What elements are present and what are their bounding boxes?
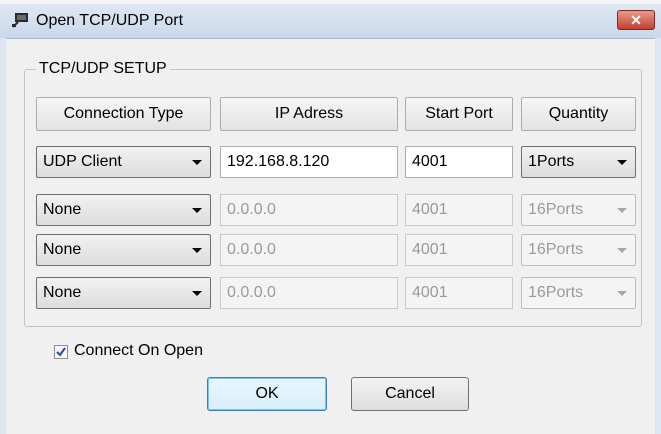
quantity-value: 16Ports bbox=[528, 241, 584, 258]
quantity-select-1[interactable]: 1Ports bbox=[521, 146, 636, 178]
header-ip-address[interactable]: IP Adress bbox=[220, 97, 398, 131]
chevron-down-icon bbox=[617, 291, 627, 296]
connect-on-open-checkbox[interactable] bbox=[54, 345, 68, 359]
quantity-value: 16Ports bbox=[528, 201, 584, 218]
quantity-select-4: 16Ports bbox=[521, 277, 636, 309]
connection-type-select-4[interactable]: None bbox=[36, 277, 211, 309]
chevron-down-icon bbox=[192, 291, 202, 296]
chevron-down-icon bbox=[192, 248, 202, 253]
title-bar[interactable]: Open TCP/UDP Port ✕ bbox=[0, 4, 661, 39]
group-legend: TCP/UDP SETUP bbox=[36, 60, 170, 78]
header-quantity[interactable]: Quantity bbox=[521, 97, 636, 131]
start-port-input-3: 4001 bbox=[405, 234, 513, 266]
network-port-icon bbox=[12, 13, 28, 28]
window-left-border bbox=[0, 38, 6, 434]
start-port-input-2: 4001 bbox=[405, 194, 513, 226]
cancel-button[interactable]: Cancel bbox=[351, 377, 469, 411]
chevron-down-icon bbox=[192, 160, 202, 165]
ok-button[interactable]: OK bbox=[207, 377, 327, 411]
chevron-down-icon bbox=[617, 160, 627, 165]
connection-type-value: None bbox=[43, 241, 82, 258]
chevron-down-icon bbox=[192, 208, 202, 213]
quantity-value: 1Ports bbox=[528, 153, 575, 170]
window-right-border bbox=[655, 38, 661, 434]
ip-address-input-1[interactable]: 192.168.8.120 bbox=[220, 146, 398, 178]
header-start-port[interactable]: Start Port bbox=[405, 97, 513, 131]
quantity-value: 16Ports bbox=[528, 284, 584, 301]
connection-type-select-2[interactable]: None bbox=[36, 194, 211, 226]
chevron-down-icon bbox=[617, 248, 627, 253]
ip-address-input-2: 0.0.0.0 bbox=[220, 194, 398, 226]
quantity-select-3: 16Ports bbox=[521, 234, 636, 266]
connection-type-value: None bbox=[43, 284, 82, 301]
start-port-input-1[interactable]: 4001 bbox=[405, 146, 513, 178]
start-port-input-4: 4001 bbox=[405, 277, 513, 309]
connection-type-select-1[interactable]: UDP Client bbox=[36, 146, 211, 178]
close-icon: ✕ bbox=[630, 12, 642, 28]
close-button[interactable]: ✕ bbox=[617, 10, 655, 30]
quantity-select-2: 16Ports bbox=[521, 194, 636, 226]
checkmark-icon bbox=[56, 347, 66, 357]
connection-type-value: UDP Client bbox=[43, 153, 122, 170]
connection-type-select-3[interactable]: None bbox=[36, 234, 211, 266]
ip-address-input-3: 0.0.0.0 bbox=[220, 234, 398, 266]
chevron-down-icon bbox=[617, 208, 627, 213]
connection-type-value: None bbox=[43, 201, 82, 218]
window-title: Open TCP/UDP Port bbox=[36, 12, 184, 29]
header-connection-type[interactable]: Connection Type bbox=[36, 97, 211, 131]
ip-address-input-4: 0.0.0.0 bbox=[220, 277, 398, 309]
connect-on-open-label[interactable]: Connect On Open bbox=[74, 342, 203, 360]
